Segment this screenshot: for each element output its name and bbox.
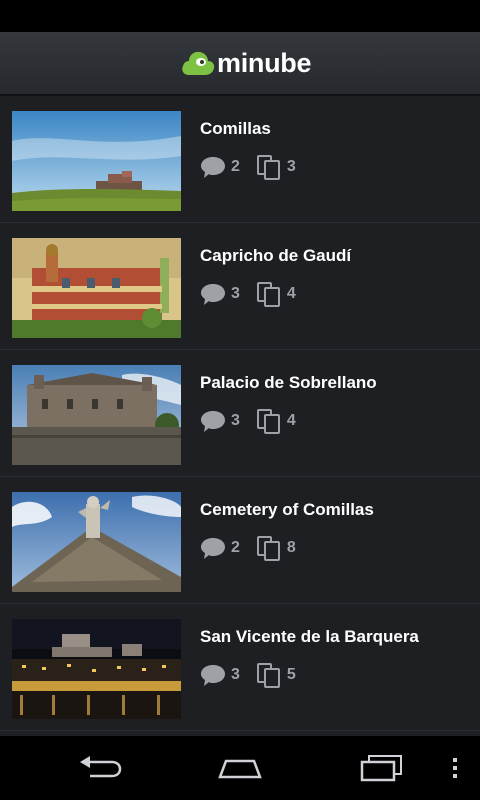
back-button[interactable] <box>70 748 130 788</box>
comment-icon <box>200 154 226 180</box>
photo-count: 3 <box>286 158 296 175</box>
photos-icon <box>256 535 282 561</box>
place-stats: 3 4 <box>200 281 312 307</box>
place-stats: 3 4 <box>200 408 312 434</box>
place-stats: 2 8 <box>200 535 312 561</box>
comment-count: 3 <box>231 666 240 683</box>
place-thumbnail <box>12 238 181 338</box>
comment-icon <box>200 408 226 434</box>
photo-count: 8 <box>286 539 296 556</box>
photos-icon <box>256 154 282 180</box>
place-thumbnail <box>12 619 181 719</box>
comment-count: 2 <box>231 158 240 175</box>
comment-icon <box>200 535 226 561</box>
list-item[interactable]: Palacio de Sobrellano 3 4 <box>0 350 480 477</box>
comment-count: 3 <box>231 285 240 302</box>
place-title: San Vicente de la Barquera <box>200 627 419 646</box>
place-title: Cemetery of Comillas <box>200 500 374 519</box>
list-item[interactable]: Cemetery of Comillas 2 8 <box>0 477 480 604</box>
minube-logo[interactable]: minube <box>181 46 312 80</box>
places-list[interactable]: Comillas 2 3 Capricho de Gaudí 3 4 Palac… <box>0 96 480 736</box>
photos-icon <box>256 408 282 434</box>
comment-count: 2 <box>231 539 240 556</box>
minube-cloud-icon <box>182 51 215 75</box>
list-item[interactable]: Capricho de Gaudí 3 4 <box>0 223 480 350</box>
photo-count: 4 <box>286 412 296 429</box>
home-icon <box>218 759 262 779</box>
status-bar <box>0 0 480 32</box>
photo-count: 4 <box>286 285 296 302</box>
comment-count: 3 <box>231 412 240 429</box>
system-nav-bar <box>0 736 480 800</box>
overflow-menu-icon <box>453 758 457 778</box>
list-item[interactable]: San Vicente de la Barquera 3 5 <box>0 604 480 731</box>
home-button[interactable] <box>210 748 270 788</box>
back-icon <box>80 756 122 778</box>
place-title: Comillas <box>200 119 271 138</box>
place-title: Palacio de Sobrellano <box>200 373 377 392</box>
list-item[interactable]: Comillas 2 3 <box>0 96 480 223</box>
photos-icon <box>256 662 282 688</box>
place-stats: 2 3 <box>200 154 312 180</box>
place-thumbnail <box>12 492 181 592</box>
app-bar: minube <box>0 32 480 96</box>
recent-apps-button[interactable] <box>352 748 412 788</box>
place-stats: 3 5 <box>200 662 312 688</box>
comment-icon <box>200 281 226 307</box>
recent-apps-icon <box>360 755 402 782</box>
comment-icon <box>200 662 226 688</box>
place-title: Capricho de Gaudí <box>200 246 352 265</box>
photos-icon <box>256 281 282 307</box>
logo-text: minube <box>217 48 312 78</box>
overflow-menu-button[interactable] <box>430 748 480 788</box>
photo-count: 5 <box>286 666 296 683</box>
place-thumbnail <box>12 365 181 465</box>
place-thumbnail <box>12 111 181 211</box>
